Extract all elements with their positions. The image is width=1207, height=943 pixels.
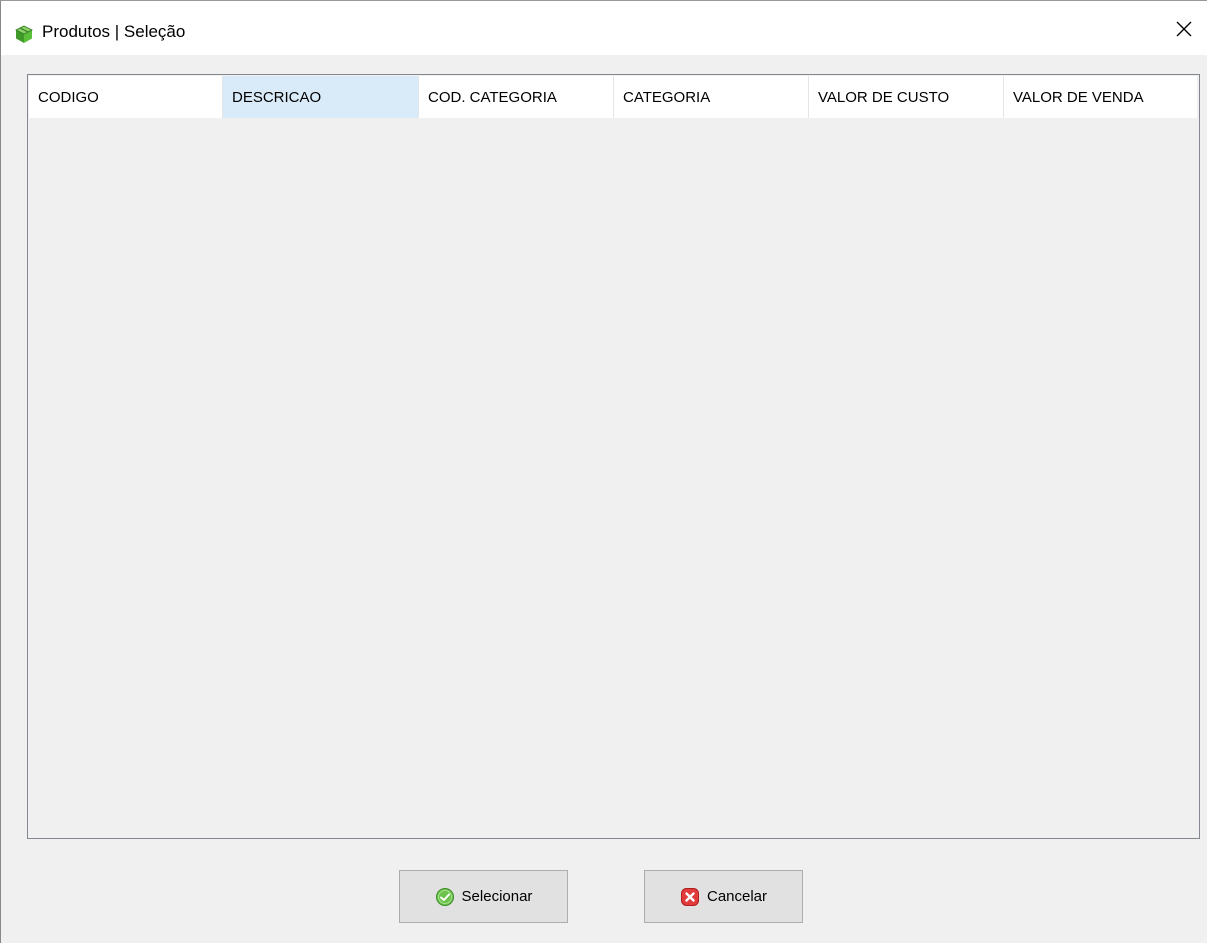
red-x-icon	[680, 887, 700, 907]
select-button[interactable]: Selecionar	[399, 870, 568, 923]
column-header-codigo[interactable]: CODIGO	[29, 76, 223, 118]
dialog-window: Produtos | Seleção CODIGO DESCRICAO COD.…	[0, 0, 1207, 943]
products-grid[interactable]: CODIGO DESCRICAO COD. CATEGORIA CATEGORI…	[27, 74, 1200, 839]
title-bar: Produtos | Seleção	[1, 1, 1207, 55]
cancel-button-label: Cancelar	[706, 888, 768, 905]
close-icon	[1175, 20, 1193, 43]
box-icon	[14, 24, 34, 44]
check-circle-icon	[435, 887, 455, 907]
cancel-button[interactable]: Cancelar	[644, 870, 803, 923]
column-header-categoria[interactable]: CATEGORIA	[614, 76, 809, 118]
grid-header: CODIGO DESCRICAO COD. CATEGORIA CATEGORI…	[29, 76, 1197, 118]
column-header-descricao[interactable]: DESCRICAO	[223, 76, 419, 118]
column-header-valor-de-custo[interactable]: VALOR DE CUSTO	[809, 76, 1004, 118]
close-button[interactable]	[1161, 13, 1207, 49]
column-header-valor-de-venda[interactable]: VALOR DE VENDA	[1004, 76, 1197, 118]
column-header-cod-categoria[interactable]: COD. CATEGORIA	[419, 76, 614, 118]
select-button-label: Selecionar	[461, 888, 533, 905]
window-title: Produtos | Seleção	[42, 22, 186, 41]
